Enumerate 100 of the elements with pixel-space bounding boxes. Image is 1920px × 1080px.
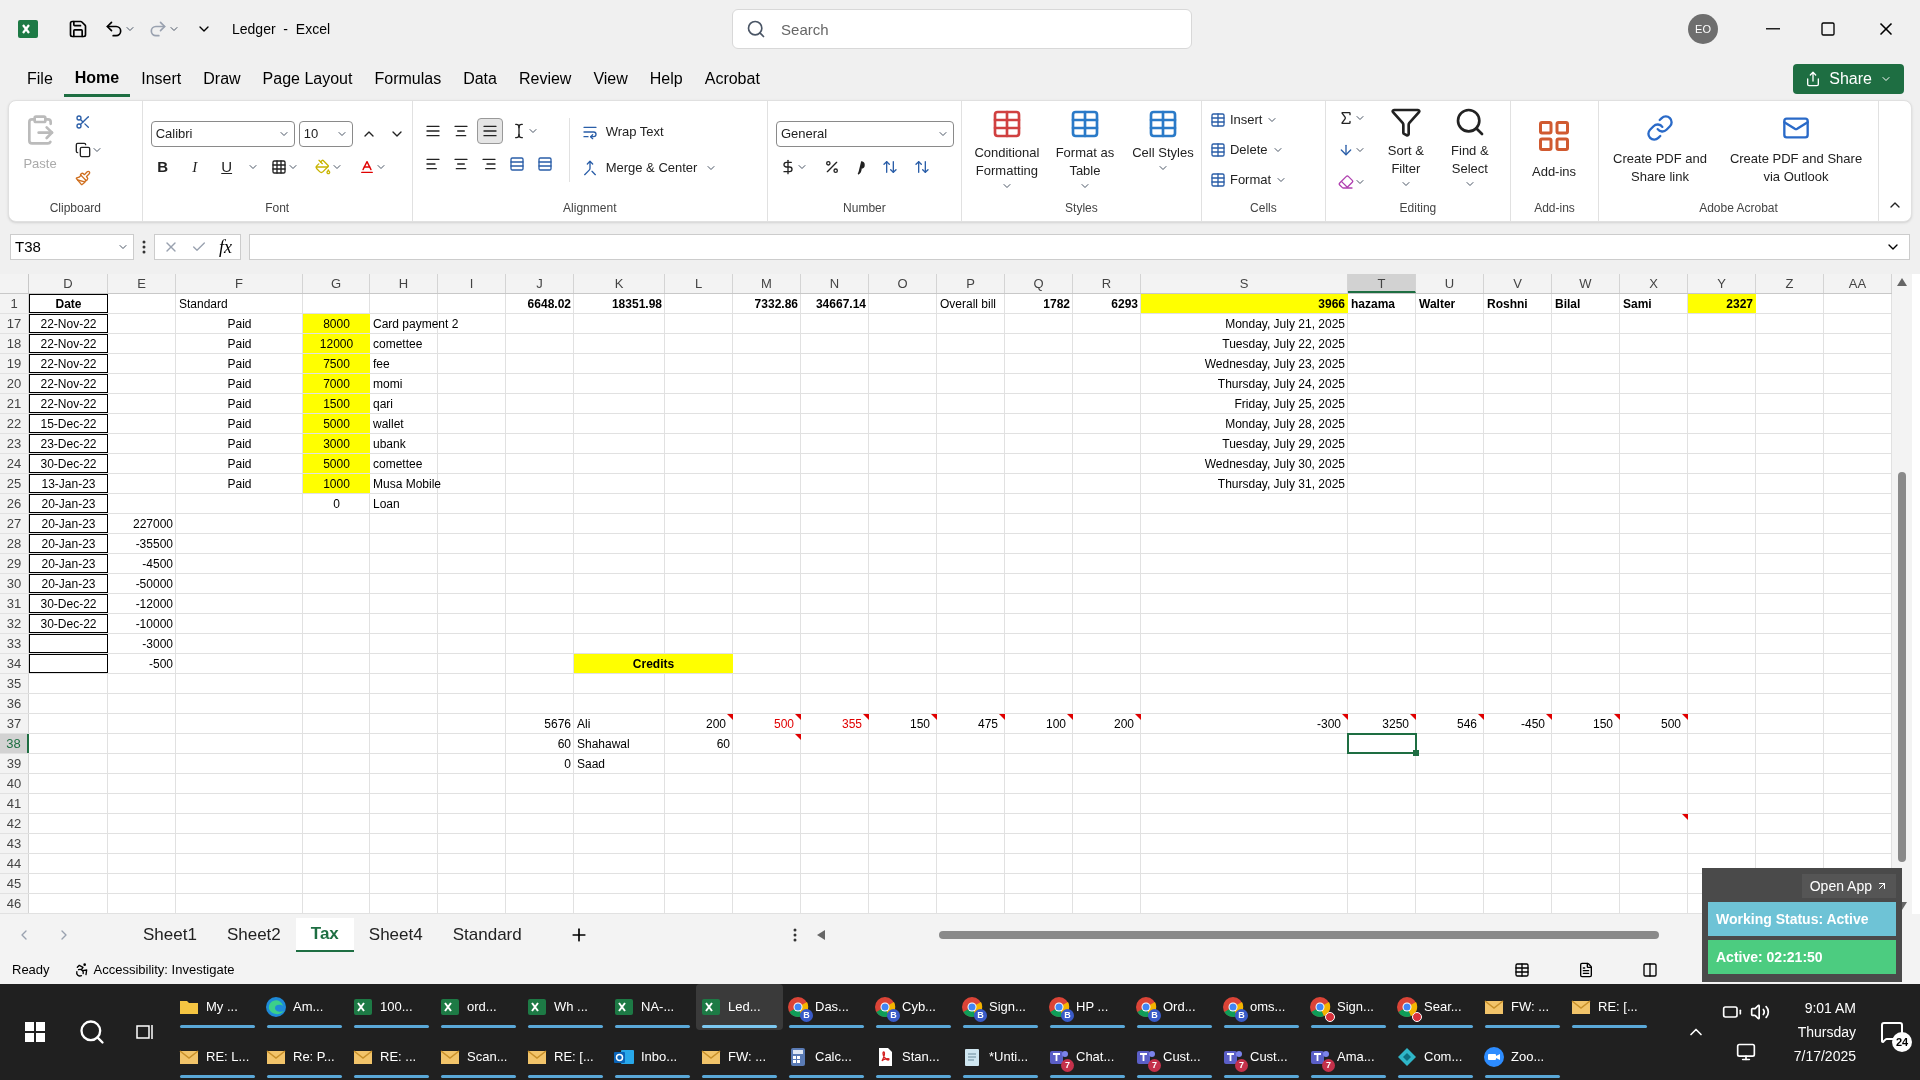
taskbar-item[interactable]: B Das... [783,984,870,1030]
row-header[interactable]: 20 [0,374,29,393]
row-header[interactable]: 18 [0,334,29,353]
taskbar-item[interactable]: Com... [1392,1034,1479,1080]
taskbar-item[interactable]: Re: P... [261,1034,348,1080]
styles-button[interactable]: Conditional Formatting [969,108,1044,192]
menu-tab[interactable]: View [582,61,639,97]
wrap-text-button[interactable]: Wrap Text [581,118,718,146]
taskbar-item[interactable]: Led... [696,984,783,1030]
sheet-tab[interactable]: Sheet2 [211,918,296,952]
insert-function-button[interactable]: fx [219,233,232,261]
taskbar-item[interactable]: RE: [... [1566,984,1653,1030]
row-header[interactable]: 27 [0,514,29,533]
row-header[interactable]: 46 [0,894,29,913]
row-header[interactable]: 41 [0,794,29,813]
column-header[interactable]: N [801,274,869,293]
taskbar-item[interactable]: 7 Cust... [1218,1034,1305,1080]
sheet-tab[interactable]: Tax [295,918,354,952]
taskbar-item[interactable]: FW: ... [696,1034,783,1080]
bold-button[interactable]: B [150,155,175,179]
menu-tab[interactable]: Page Layout [251,61,364,97]
row-header[interactable]: 22 [0,414,29,433]
row-header[interactable]: 40 [0,774,29,793]
taskbar-item[interactable]: Wh ... [522,984,609,1030]
column-header[interactable]: Z [1756,274,1824,293]
share-button[interactable]: Share [1793,64,1904,94]
column-header[interactable]: X [1620,274,1688,293]
horizontal-scrollbar[interactable] [938,931,1659,939]
column-header[interactable]: Q [1005,274,1073,293]
row-header[interactable]: 44 [0,854,29,873]
row-header[interactable]: 42 [0,814,29,833]
row-header[interactable]: 23 [0,434,29,453]
taskbar-item[interactable]: B HP ... [1044,984,1131,1030]
cells-button[interactable]: Format [1209,167,1288,193]
taskbar-item[interactable]: 7 Chat... [1044,1034,1131,1080]
taskbar-item[interactable]: Am... [261,984,348,1030]
column-header[interactable]: I [438,274,506,293]
menu-tab[interactable]: Insert [130,61,193,97]
taskbar-item[interactable]: 100... [348,984,435,1030]
column-header[interactable]: F [176,274,303,293]
formula-field[interactable] [249,234,1910,260]
sheet-tab[interactable]: Standard [437,918,537,952]
taskbar-item[interactable]: FW: ... [1479,984,1566,1030]
taskbar-item[interactable]: Sear... [1392,984,1479,1030]
column-header[interactable]: E [108,274,176,293]
column-header[interactable]: U [1416,274,1484,293]
column-header[interactable]: K [574,274,665,293]
create-pdf-button[interactable]: Create PDF and Share link [1607,114,1713,186]
taskbar-item[interactable]: B Ord... [1131,984,1218,1030]
taskbar-item[interactable]: RE: [... [522,1034,609,1080]
styles-button[interactable]: Format as Table [1047,108,1122,192]
column-header[interactable]: O [869,274,937,293]
cells-button[interactable]: Delete [1209,137,1288,163]
row-header[interactable]: 33 [0,634,29,653]
menu-tab[interactable]: Home [63,61,131,97]
editing-button[interactable]: Find & Select [1441,106,1498,190]
taskbar-item[interactable]: Stan... [870,1034,957,1080]
editing-button[interactable]: Sort & Filter [1377,106,1434,190]
merge-center-button[interactable]: Merge & Center [581,154,718,182]
row-header[interactable]: 45 [0,874,29,893]
taskbar-item[interactable]: ord... [435,984,522,1030]
row-header[interactable]: 34 [0,654,29,673]
taskbar-item[interactable]: RE: L... [174,1034,261,1080]
column-header[interactable]: V [1484,274,1552,293]
row-header[interactable]: 21 [0,394,29,413]
taskbar-item[interactable]: Calc... [783,1034,870,1080]
column-header[interactable]: D [29,274,108,293]
row-header[interactable]: 35 [0,674,29,693]
taskbar-item[interactable]: B oms... [1218,984,1305,1030]
selected-cell[interactable] [1348,734,1416,753]
taskbar-item[interactable]: 7 Ama... [1305,1034,1392,1080]
column-header[interactable]: W [1552,274,1620,293]
scrollbar-thumb[interactable] [1898,472,1906,862]
sheet-tab[interactable]: Sheet4 [353,918,438,952]
name-box[interactable]: T38 [10,234,134,260]
cells-button[interactable]: Insert [1209,107,1288,133]
accessibility-status[interactable]: Accessibility: Investigate [93,960,235,980]
add-ins-button[interactable]: Add-ins [1519,118,1590,182]
column-header[interactable]: M [733,274,801,293]
sheet-tab[interactable]: Sheet1 [128,918,212,952]
column-header[interactable]: T [1348,274,1416,293]
row-header[interactable]: 19 [0,354,29,373]
taskbar-item[interactable]: NA-... [609,984,696,1030]
taskbar-item[interactable]: My ... [174,984,261,1030]
italic-button[interactable]: I [182,155,207,179]
column-header[interactable]: R [1073,274,1141,293]
underline-button[interactable]: U [214,155,239,179]
row-header[interactable]: 29 [0,554,29,573]
taskbar-item[interactable]: Zoo... [1479,1034,1566,1080]
column-header[interactable]: L [665,274,733,293]
column-header[interactable]: P [937,274,1005,293]
taskbar-item[interactable]: 7 Cust... [1131,1034,1218,1080]
row-header[interactable]: 24 [0,454,29,473]
column-header[interactable]: H [370,274,438,293]
row-header[interactable]: 32 [0,614,29,633]
row-header[interactable]: 39 [0,754,29,773]
taskbar-item[interactable]: *Unti... [957,1034,1044,1080]
taskbar-item[interactable]: Sign... [1305,984,1392,1030]
styles-button[interactable]: Cell Styles [1125,108,1200,174]
row-header[interactable]: 38 [0,734,29,753]
